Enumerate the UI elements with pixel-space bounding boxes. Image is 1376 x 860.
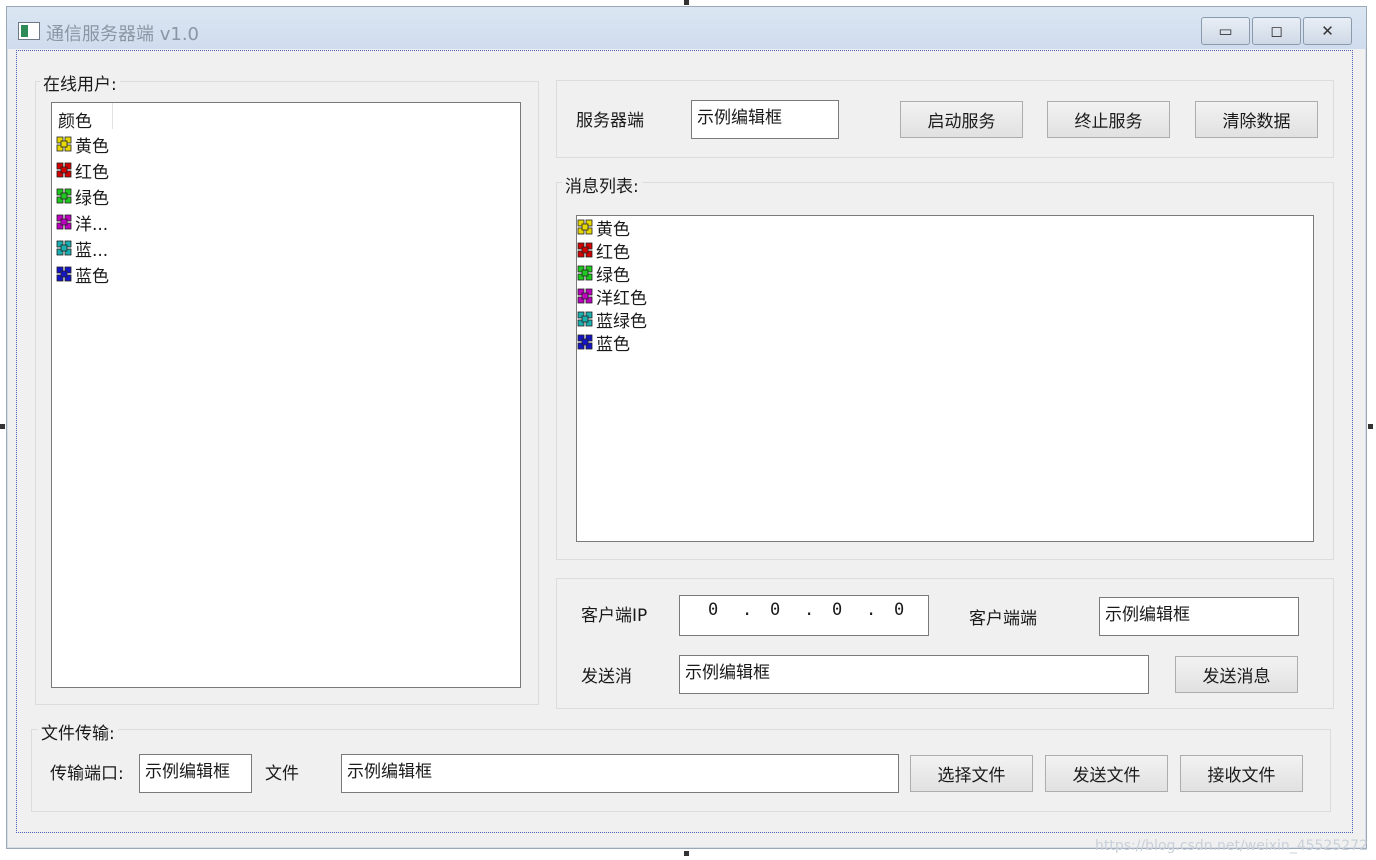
online-user-item[interactable]: 洋...	[56, 211, 109, 235]
client-port-label: 客户端端	[969, 609, 1037, 629]
server-port-input[interactable]: 示例编辑框	[691, 100, 839, 139]
resize-handle-left[interactable]	[0, 424, 5, 429]
client-ip-label: 客户端IP	[581, 606, 648, 626]
color-swatch-icon	[577, 311, 596, 327]
online-user-item-label: 蓝...	[75, 240, 109, 261]
file-label: 文件	[265, 764, 299, 784]
message-item[interactable]: 黄色	[577, 216, 630, 240]
ip-dot: .	[866, 600, 877, 620]
window-title: 通信服务器端 v1.0	[46, 24, 199, 45]
message-item-label: 蓝色	[596, 334, 630, 355]
maximize-button[interactable]: ◻	[1252, 17, 1301, 45]
maximize-icon: ◻	[1270, 22, 1283, 40]
ip-octet-2[interactable]: 0	[770, 600, 780, 620]
online-user-item-label: 绿色	[75, 188, 109, 209]
choose-file-button[interactable]: 选择文件	[910, 755, 1033, 792]
color-swatch-icon	[56, 188, 75, 204]
color-swatch-icon	[577, 242, 596, 258]
message-item[interactable]: 绿色	[577, 262, 630, 286]
close-icon: ✕	[1321, 22, 1334, 40]
messages-list[interactable]: 黄色 红色 绿色 洋红色 蓝绿色 蓝色	[576, 215, 1314, 542]
ip-octet-4[interactable]: 0	[894, 600, 904, 620]
message-item-label: 蓝绿色	[596, 311, 647, 332]
file-path-input[interactable]: 示例编辑框	[341, 754, 899, 793]
color-swatch-icon	[56, 240, 75, 256]
start-service-button[interactable]: 启动服务	[900, 101, 1023, 138]
message-item[interactable]: 红色	[577, 239, 630, 263]
color-column-header[interactable]: 颜色	[58, 107, 92, 132]
online-user-item-label: 洋...	[75, 214, 109, 235]
online-users-title: 在线用户:	[40, 70, 120, 95]
color-swatch-icon	[56, 214, 75, 230]
send-file-button[interactable]: 发送文件	[1045, 755, 1168, 792]
color-swatch-icon	[577, 334, 596, 350]
ip-dot: .	[742, 600, 753, 620]
message-item[interactable]: 蓝绿色	[577, 308, 647, 332]
client-port-input[interactable]: 示例编辑框	[1099, 597, 1299, 636]
online-user-item[interactable]: 蓝色	[56, 263, 109, 287]
file-transfer-title: 文件传输:	[38, 719, 118, 744]
title-bar[interactable]	[7, 7, 1366, 49]
resize-handle-bottom[interactable]	[684, 851, 689, 856]
online-user-item-label: 黄色	[75, 136, 109, 157]
message-item-label: 黄色	[596, 219, 630, 240]
online-user-item[interactable]: 黄色	[56, 133, 109, 157]
send-message-input[interactable]: 示例编辑框	[679, 655, 1149, 694]
messages-title: 消息列表:	[562, 172, 642, 197]
online-user-item-label: 蓝色	[75, 266, 109, 287]
receive-file-button[interactable]: 接收文件	[1180, 755, 1303, 792]
resize-handle-right[interactable]	[1368, 424, 1373, 429]
message-item[interactable]: 洋红色	[577, 285, 647, 309]
message-item[interactable]: 蓝色	[577, 331, 630, 355]
color-swatch-icon	[577, 265, 596, 281]
color-swatch-icon	[577, 219, 596, 235]
clear-data-button[interactable]: 清除数据	[1195, 101, 1318, 138]
ip-dot: .	[804, 600, 815, 620]
column-divider	[112, 103, 113, 129]
ip-octet-1[interactable]: 0	[708, 600, 718, 620]
color-swatch-icon	[56, 266, 75, 282]
online-users-list[interactable]: 颜色 黄色红色绿色洋... 蓝... 蓝色	[51, 102, 521, 688]
transfer-port-label: 传输端口:	[50, 764, 124, 784]
client-ip-input[interactable]: 0 . 0 . 0 . 0	[679, 595, 929, 636]
online-user-item[interactable]: 绿色	[56, 185, 109, 209]
stop-service-button[interactable]: 终止服务	[1047, 101, 1170, 138]
message-item-label: 红色	[596, 242, 630, 263]
watermark: https://blog.csdn.net/weixin_45525272	[1094, 838, 1368, 854]
minimize-icon: ▭	[1218, 22, 1233, 40]
server-port-label: 服务器端	[576, 111, 644, 131]
color-swatch-icon	[56, 162, 75, 178]
message-item-label: 绿色	[596, 265, 630, 286]
transfer-port-input[interactable]: 示例编辑框	[139, 754, 252, 793]
online-user-item[interactable]: 红色	[56, 159, 109, 183]
resize-handle-top[interactable]	[684, 0, 689, 5]
online-user-item-label: 红色	[75, 162, 109, 183]
color-swatch-icon	[577, 288, 596, 304]
color-swatch-icon	[56, 136, 75, 152]
send-message-button[interactable]: 发送消息	[1175, 656, 1298, 693]
ip-octet-3[interactable]: 0	[832, 600, 842, 620]
minimize-button[interactable]: ▭	[1201, 17, 1250, 45]
message-item-label: 洋红色	[596, 288, 647, 309]
send-message-label: 发送消	[581, 667, 632, 687]
app-icon	[18, 22, 40, 40]
close-button[interactable]: ✕	[1303, 17, 1352, 45]
online-user-item[interactable]: 蓝...	[56, 237, 109, 261]
